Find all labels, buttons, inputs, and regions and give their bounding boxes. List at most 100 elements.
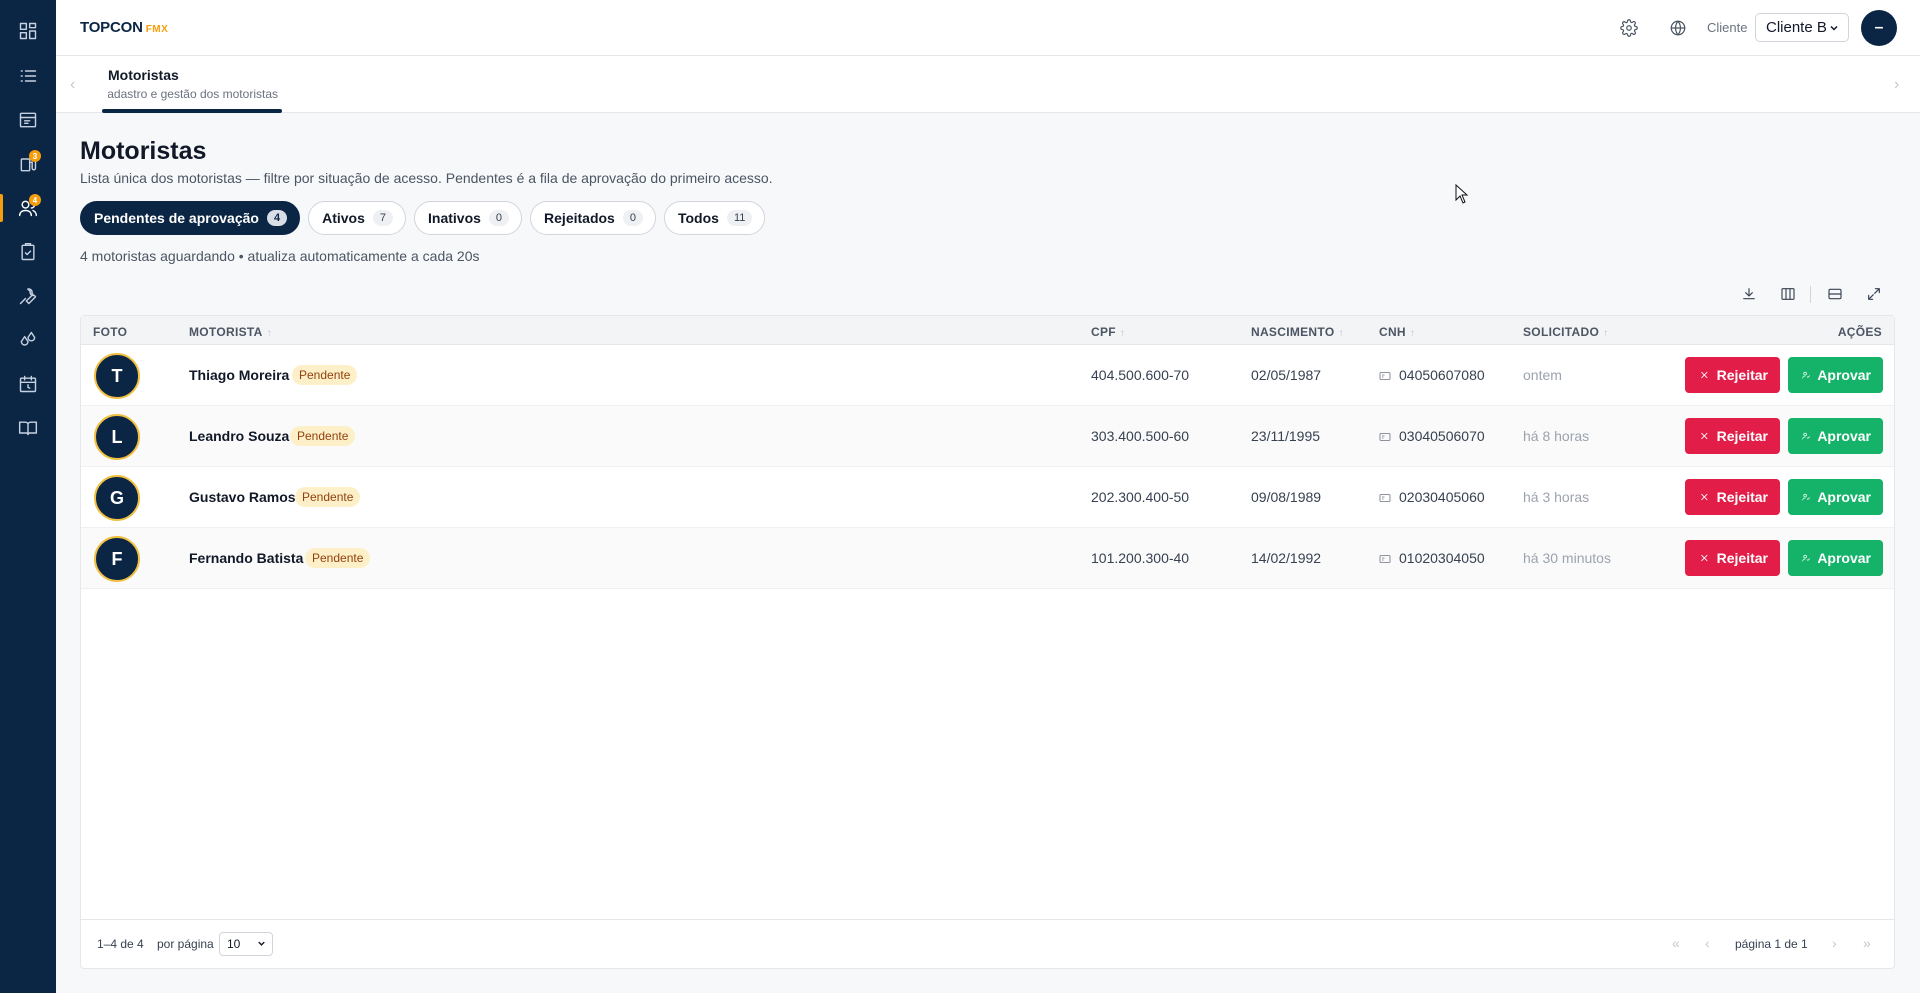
column-foto: FOTO xyxy=(93,325,128,339)
table-header: FOTO MOTORISTA ↑ CPF ↑ NASCIMENTO ↑ CNH ↑ SO… xyxy=(81,316,1894,345)
filter-label: Pendentes de aprovação xyxy=(94,210,259,226)
chevron-left-icon[interactable]: ‹ xyxy=(70,76,75,94)
fullscreen-button[interactable] xyxy=(1863,283,1885,305)
filter-count: 0 xyxy=(622,210,643,226)
report-icon xyxy=(19,112,37,128)
filter-label: Todos xyxy=(677,210,719,226)
user-check-icon xyxy=(1802,432,1810,440)
filter-ativos[interactable]: Ativos 7 xyxy=(308,201,406,235)
per-page-select[interactable]: 10 xyxy=(219,932,273,956)
book-icon xyxy=(18,421,38,436)
client-label: Cliente xyxy=(1707,20,1748,35)
sidebar-item-fluids[interactable] xyxy=(0,320,56,360)
cnh-value: 03040506070 xyxy=(1399,428,1485,444)
filter-pendentes[interactable]: Pendentes de aprovação 4 xyxy=(80,201,301,235)
gear-icon xyxy=(1620,19,1638,37)
driver-name: Thiago Moreira xyxy=(189,367,290,383)
avatar: L xyxy=(94,414,140,460)
avatar: G xyxy=(94,475,140,521)
status-badge: Pendente xyxy=(292,365,358,385)
list-icon xyxy=(20,70,37,82)
export-button[interactable] xyxy=(1738,283,1760,305)
reject-button[interactable]: Rejeitar xyxy=(1685,479,1780,515)
approve-button[interactable]: Aprovar xyxy=(1788,357,1883,393)
sidebar-item-maintenance[interactable] xyxy=(0,276,56,316)
close-icon xyxy=(1701,371,1708,379)
sidebar-item-drivers[interactable]: 4 xyxy=(0,188,56,228)
status-filters: Pendentes de aprovação 4 Ativos 7 Inativ… xyxy=(80,201,766,235)
sidebar-item-checklist[interactable] xyxy=(0,232,56,272)
settings-button[interactable] xyxy=(1617,16,1641,40)
page-tabs: ‹ Motoristas Cadastro e gestão dos motor… xyxy=(56,56,1920,113)
id-card-icon xyxy=(1379,552,1391,570)
birthdate-value: 23/11/1995 xyxy=(1251,428,1321,444)
sidebar-item-dashboard[interactable] xyxy=(0,11,56,51)
cnh-value: 02030405060 xyxy=(1399,489,1485,505)
cnh-value: 01020304050 xyxy=(1399,550,1485,566)
columns-icon xyxy=(1781,288,1795,300)
tab-title: Motoristas xyxy=(108,67,179,83)
column-cpf[interactable]: CPF ↑ xyxy=(1091,325,1125,339)
sidebar-item-schedule[interactable] xyxy=(0,364,56,404)
client-select[interactable]: Cliente B xyxy=(1755,13,1849,42)
filter-count: 7 xyxy=(372,210,393,226)
sidebar: 3 4 xyxy=(0,0,56,993)
chevron-down-icon xyxy=(1830,25,1838,31)
density-button[interactable] xyxy=(1824,283,1846,305)
status-badge: Pendente xyxy=(305,548,371,568)
approve-button[interactable]: Aprovar xyxy=(1788,479,1883,515)
drops-icon xyxy=(20,331,36,346)
tab-motoristas[interactable]: Motoristas Cadastro e gestão dos motoris… xyxy=(102,56,282,113)
reject-button[interactable]: Rejeitar xyxy=(1685,418,1780,454)
sidebar-item-reports[interactable] xyxy=(0,100,56,140)
table-row: F Fernando Batista Pendente 101.200.300-… xyxy=(81,528,1894,589)
reject-button[interactable]: Rejeitar xyxy=(1685,540,1780,576)
status-badge: Pendente xyxy=(295,487,361,507)
columns-button[interactable] xyxy=(1777,283,1799,305)
filter-rejeitados[interactable]: Rejeitados 0 xyxy=(530,201,656,235)
pagination-range: 1–4 de 4 xyxy=(97,937,144,951)
brand-logo[interactable]: TOPCON FMX xyxy=(80,19,168,36)
density-icon xyxy=(1828,288,1842,300)
requested-value: ontem xyxy=(1523,367,1562,383)
reject-button[interactable]: Rejeitar xyxy=(1685,357,1780,393)
sidebar-item-list[interactable] xyxy=(0,56,56,96)
sort-icon: ↑ xyxy=(1409,328,1416,339)
language-button[interactable] xyxy=(1666,16,1690,40)
next-page-button[interactable]: › xyxy=(1832,935,1837,951)
sort-icon: ↑ xyxy=(1119,328,1126,339)
driver-name: Gustavo Ramos xyxy=(189,489,296,505)
column-nascimento[interactable]: NASCIMENTO ↑ xyxy=(1251,325,1344,339)
table-footer: 1–4 de 4 por página 10 « ‹ página 1 de 1… xyxy=(81,919,1894,968)
filter-label: Inativos xyxy=(428,210,481,226)
queue-info: 4 motoristas aguardando • atualiza autom… xyxy=(80,248,480,264)
filter-count: 0 xyxy=(488,210,510,226)
cnh-value: 04050607080 xyxy=(1399,367,1485,383)
chevron-right-icon[interactable]: › xyxy=(1894,76,1899,94)
column-motorista[interactable]: MOTORISTA ↑ xyxy=(189,325,272,339)
filter-todos[interactable]: Todos 11 xyxy=(663,201,766,235)
user-avatar[interactable]: – xyxy=(1861,10,1897,46)
sidebar-item-fuel[interactable]: 3 xyxy=(0,144,56,184)
approve-button[interactable]: Aprovar xyxy=(1788,418,1883,454)
filter-label: Ativos xyxy=(322,210,365,226)
sidebar-item-manual[interactable] xyxy=(0,408,56,448)
column-solicitado[interactable]: SOLICITADO ↑ xyxy=(1523,325,1608,339)
per-page-value: 10 xyxy=(227,937,241,951)
prev-page-button[interactable]: ‹ xyxy=(1705,935,1710,951)
toolbar-divider xyxy=(1810,286,1811,303)
filter-inativos[interactable]: Inativos 0 xyxy=(414,201,523,235)
chevron-down-icon xyxy=(258,941,265,946)
table-row: L Leandro Souza Pendente 303.400.500-60 … xyxy=(81,406,1894,467)
first-page-button[interactable]: « xyxy=(1672,935,1680,951)
filter-count: 4 xyxy=(266,210,288,226)
last-page-button[interactable]: » xyxy=(1863,935,1871,951)
approve-button[interactable]: Aprovar xyxy=(1788,540,1883,576)
expand-icon xyxy=(1868,288,1880,300)
drivers-table: FOTO MOTORISTA ↑ CPF ↑ NASCIMENTO ↑ CNH ↑ SO… xyxy=(80,315,1895,969)
column-cnh[interactable]: CNH ↑ xyxy=(1379,325,1415,339)
sort-icon: ↑ xyxy=(1338,328,1344,339)
mouse-cursor-icon xyxy=(1455,184,1469,204)
birthdate-value: 14/02/1992 xyxy=(1251,550,1322,566)
id-card-icon xyxy=(1379,430,1391,448)
